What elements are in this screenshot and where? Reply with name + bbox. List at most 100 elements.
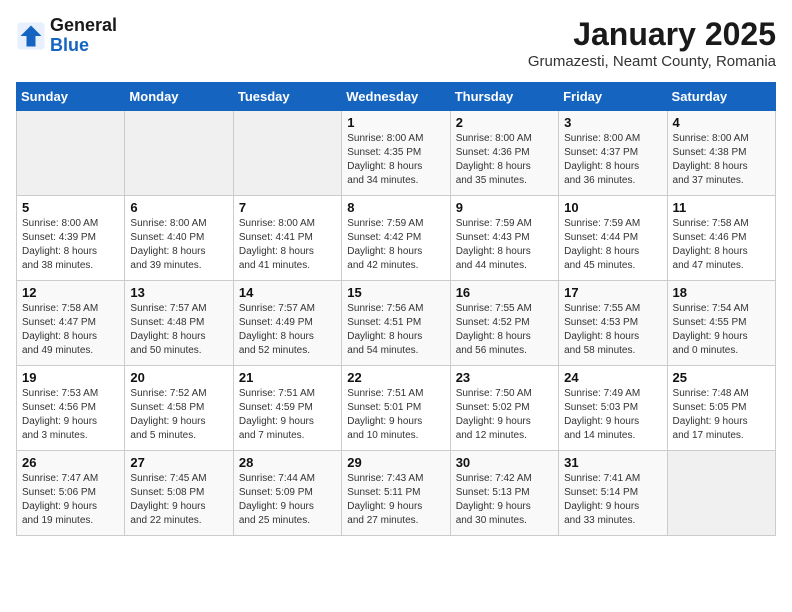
weekday-header: Tuesday: [233, 83, 341, 111]
calendar-cell: [17, 111, 125, 196]
day-number: 17: [564, 285, 661, 300]
day-number: 7: [239, 200, 336, 215]
weekday-header: Saturday: [667, 83, 775, 111]
day-info: Sunrise: 7:57 AM Sunset: 4:48 PM Dayligh…: [130, 302, 227, 358]
day-number: 19: [22, 370, 119, 385]
day-number: 15: [347, 285, 444, 300]
weekday-header: Friday: [559, 83, 667, 111]
calendar-body: 1 Sunrise: 8:00 AM Sunset: 4:35 PM Daylig…: [17, 111, 776, 536]
day-info: Sunrise: 8:00 AM Sunset: 4:36 PM Dayligh…: [456, 132, 553, 188]
calendar-cell: 16 Sunrise: 7:55 AM Sunset: 4:52 PM Dayli…: [450, 281, 558, 366]
logo-icon: [16, 21, 46, 51]
calendar-cell: 20 Sunrise: 7:52 AM Sunset: 4:58 PM Dayli…: [125, 366, 233, 451]
day-number: 24: [564, 370, 661, 385]
calendar-cell: 10Sunrise: 7:59 AM Sunset: 4:44 PM Dayli…: [559, 196, 667, 281]
weekday-header: Monday: [125, 83, 233, 111]
day-number: 28: [239, 455, 336, 470]
month-title: January 2025: [528, 16, 776, 53]
calendar-week-row: 12Sunrise: 7:58 AM Sunset: 4:47 PM Dayli…: [17, 281, 776, 366]
calendar-cell: 14 Sunrise: 7:57 AM Sunset: 4:49 PM Dayli…: [233, 281, 341, 366]
calendar-cell: 23Sunrise: 7:50 AM Sunset: 5:02 PM Dayli…: [450, 366, 558, 451]
calendar-cell: 3Sunrise: 8:00 AM Sunset: 4:37 PM Daylig…: [559, 111, 667, 196]
day-info: Sunrise: 7:42 AM Sunset: 5:13 PM Dayligh…: [456, 472, 553, 528]
calendar-cell: 26 Sunrise: 7:47 AM Sunset: 5:06 PM Dayli…: [17, 451, 125, 536]
day-info: Sunrise: 7:51 AM Sunset: 4:59 PM Dayligh…: [239, 387, 336, 443]
calendar-cell: [125, 111, 233, 196]
day-info: Sunrise: 8:00 AM Sunset: 4:41 PM Dayligh…: [239, 217, 336, 273]
calendar-cell: 6 Sunrise: 8:00 AM Sunset: 4:40 PM Daylig…: [125, 196, 233, 281]
day-number: 10: [564, 200, 661, 215]
calendar-cell: 12Sunrise: 7:58 AM Sunset: 4:47 PM Dayli…: [17, 281, 125, 366]
calendar-cell: 22 Sunrise: 7:51 AM Sunset: 5:01 PM Dayli…: [342, 366, 450, 451]
day-info: Sunrise: 7:41 AM Sunset: 5:14 PM Dayligh…: [564, 472, 661, 528]
day-info: Sunrise: 7:49 AM Sunset: 5:03 PM Dayligh…: [564, 387, 661, 443]
location: Grumazesti, Neamt County, Romania: [528, 53, 776, 70]
day-number: 23: [456, 370, 553, 385]
day-info: Sunrise: 7:51 AM Sunset: 5:01 PM Dayligh…: [347, 387, 444, 443]
day-number: 9: [456, 200, 553, 215]
calendar-cell: 21Sunrise: 7:51 AM Sunset: 4:59 PM Dayli…: [233, 366, 341, 451]
day-info: Sunrise: 8:00 AM Sunset: 4:38 PM Dayligh…: [673, 132, 770, 188]
day-number: 2: [456, 115, 553, 130]
day-info: Sunrise: 7:55 AM Sunset: 4:53 PM Dayligh…: [564, 302, 661, 358]
day-number: 11: [673, 200, 770, 215]
day-info: Sunrise: 7:47 AM Sunset: 5:06 PM Dayligh…: [22, 472, 119, 528]
calendar-cell: [667, 451, 775, 536]
day-info: Sunrise: 7:58 AM Sunset: 4:47 PM Dayligh…: [22, 302, 119, 358]
day-info: Sunrise: 7:52 AM Sunset: 4:58 PM Dayligh…: [130, 387, 227, 443]
calendar-cell: 1 Sunrise: 8:00 AM Sunset: 4:35 PM Daylig…: [342, 111, 450, 196]
day-number: 1: [347, 115, 444, 130]
calendar-table: SundayMondayTuesdayWednesdayThursdayFrid…: [16, 82, 776, 536]
day-info: Sunrise: 7:55 AM Sunset: 4:52 PM Dayligh…: [456, 302, 553, 358]
day-number: 4: [673, 115, 770, 130]
calendar-cell: 25 Sunrise: 7:48 AM Sunset: 5:05 PM Dayli…: [667, 366, 775, 451]
day-info: Sunrise: 8:00 AM Sunset: 4:39 PM Dayligh…: [22, 217, 119, 273]
day-number: 29: [347, 455, 444, 470]
weekday-header: Sunday: [17, 83, 125, 111]
day-number: 5: [22, 200, 119, 215]
calendar-cell: 8 Sunrise: 7:59 AM Sunset: 4:42 PM Daylig…: [342, 196, 450, 281]
page-header: General Blue January 2025 Grumazesti, Ne…: [16, 16, 776, 70]
day-number: 26: [22, 455, 119, 470]
calendar-cell: 11 Sunrise: 7:58 AM Sunset: 4:46 PM Dayli…: [667, 196, 775, 281]
calendar-cell: 30 Sunrise: 7:42 AM Sunset: 5:13 PM Dayli…: [450, 451, 558, 536]
logo: General Blue: [16, 16, 117, 56]
calendar-cell: 15 Sunrise: 7:56 AM Sunset: 4:51 PM Dayli…: [342, 281, 450, 366]
calendar-cell: 29 Sunrise: 7:43 AM Sunset: 5:11 PM Dayli…: [342, 451, 450, 536]
logo-general-text: General: [50, 15, 117, 35]
day-number: 8: [347, 200, 444, 215]
day-number: 16: [456, 285, 553, 300]
day-info: Sunrise: 7:44 AM Sunset: 5:09 PM Dayligh…: [239, 472, 336, 528]
weekday-header: Thursday: [450, 83, 558, 111]
day-info: Sunrise: 7:58 AM Sunset: 4:46 PM Dayligh…: [673, 217, 770, 273]
calendar-cell: 13 Sunrise: 7:57 AM Sunset: 4:48 PM Dayli…: [125, 281, 233, 366]
day-number: 30: [456, 455, 553, 470]
day-number: 20: [130, 370, 227, 385]
day-info: Sunrise: 7:59 AM Sunset: 4:42 PM Dayligh…: [347, 217, 444, 273]
calendar-week-row: 19Sunrise: 7:53 AM Sunset: 4:56 PM Dayli…: [17, 366, 776, 451]
calendar-cell: 18 Sunrise: 7:54 AM Sunset: 4:55 PM Dayli…: [667, 281, 775, 366]
day-number: 14: [239, 285, 336, 300]
day-info: Sunrise: 7:48 AM Sunset: 5:05 PM Dayligh…: [673, 387, 770, 443]
calendar-cell: 9 Sunrise: 7:59 AM Sunset: 4:43 PM Daylig…: [450, 196, 558, 281]
day-number: 25: [673, 370, 770, 385]
day-info: Sunrise: 7:56 AM Sunset: 4:51 PM Dayligh…: [347, 302, 444, 358]
calendar-week-row: 1 Sunrise: 8:00 AM Sunset: 4:35 PM Daylig…: [17, 111, 776, 196]
calendar-week-row: 5 Sunrise: 8:00 AM Sunset: 4:39 PM Daylig…: [17, 196, 776, 281]
calendar-cell: 2 Sunrise: 8:00 AM Sunset: 4:36 PM Daylig…: [450, 111, 558, 196]
day-number: 18: [673, 285, 770, 300]
day-info: Sunrise: 8:00 AM Sunset: 4:35 PM Dayligh…: [347, 132, 444, 188]
day-number: 22: [347, 370, 444, 385]
calendar-cell: 7 Sunrise: 8:00 AM Sunset: 4:41 PM Daylig…: [233, 196, 341, 281]
day-number: 13: [130, 285, 227, 300]
calendar-cell: 5 Sunrise: 8:00 AM Sunset: 4:39 PM Daylig…: [17, 196, 125, 281]
day-number: 6: [130, 200, 227, 215]
day-info: Sunrise: 7:57 AM Sunset: 4:49 PM Dayligh…: [239, 302, 336, 358]
day-info: Sunrise: 7:43 AM Sunset: 5:11 PM Dayligh…: [347, 472, 444, 528]
day-info: Sunrise: 7:54 AM Sunset: 4:55 PM Dayligh…: [673, 302, 770, 358]
day-info: Sunrise: 7:59 AM Sunset: 4:43 PM Dayligh…: [456, 217, 553, 273]
day-info: Sunrise: 8:00 AM Sunset: 4:40 PM Dayligh…: [130, 217, 227, 273]
calendar-cell: 31 Sunrise: 7:41 AM Sunset: 5:14 PM Dayli…: [559, 451, 667, 536]
day-number: 31: [564, 455, 661, 470]
calendar-cell: 28 Sunrise: 7:44 AM Sunset: 5:09 PM Dayli…: [233, 451, 341, 536]
